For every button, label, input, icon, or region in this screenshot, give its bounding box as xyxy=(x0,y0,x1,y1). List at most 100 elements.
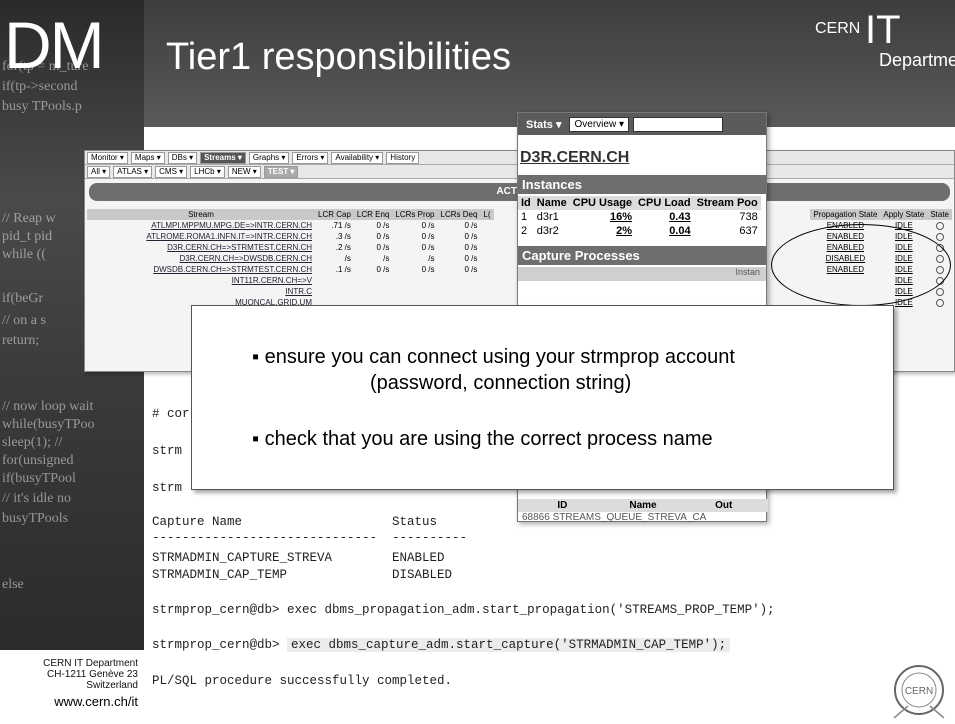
table-cell: 0 /s xyxy=(464,232,478,241)
table-cell: 637 xyxy=(739,225,758,237)
table-cell xyxy=(315,286,354,297)
column-header[interactable]: LCR Enq xyxy=(353,209,393,220)
table-cell[interactable]: 16% xyxy=(570,210,635,224)
menu-item[interactable]: Availability ▾ xyxy=(331,151,384,164)
stats-search-field[interactable] xyxy=(632,116,723,132)
table-cell[interactable]: 0.43 xyxy=(635,210,694,224)
cern-text: CERN xyxy=(815,20,861,37)
column-header: CPU Load xyxy=(635,196,694,210)
overview-dropdown[interactable]: Overview ▾ xyxy=(569,116,629,132)
menu-item[interactable]: All ▾ xyxy=(87,165,111,178)
capture-table-header: Instan xyxy=(518,267,766,281)
command-1: exec dbms_propagation_adm.start_propagat… xyxy=(287,603,775,617)
department-text: Department xyxy=(879,50,955,70)
terminal-line-1: # cor xyxy=(152,407,190,421)
menu-item[interactable]: Errors ▾ xyxy=(292,151,329,164)
table-cell: 0 /s xyxy=(421,243,435,252)
table-cell: 0 /s xyxy=(376,265,390,274)
code-line: // now loop wait xyxy=(2,399,94,414)
terminal-line-3: strm xyxy=(152,481,183,495)
menu-item[interactable]: Maps ▾ xyxy=(130,151,165,164)
table-cell: /s xyxy=(344,254,351,263)
code-line: if(beGr xyxy=(2,291,44,306)
stats-tab[interactable]: Stats ▾ xyxy=(522,118,565,131)
stream-link[interactable]: D3R.CERN.CH=>DWSDB.CERN.CH xyxy=(87,253,315,264)
table-cell xyxy=(315,275,354,286)
dm-logo: DM xyxy=(4,8,105,82)
column-header[interactable]: State xyxy=(927,209,952,220)
column-header: ID xyxy=(557,500,568,511)
table-cell: 0 /s xyxy=(421,232,435,241)
capture-row-2: STRMADMIN_CAP_TEMP DISABLED xyxy=(152,568,453,582)
table-row: D3R.CERN.CH=>DWSDB.CERN.CH/s/s/s 0 /s xyxy=(87,253,494,264)
table-cell: .71 /s xyxy=(331,221,351,230)
state-cell[interactable] xyxy=(927,220,952,231)
bullet-1: ▪ ensure you can connect using your strm… xyxy=(252,346,735,368)
column-header: CPU Usage xyxy=(569,196,636,210)
state-icon[interactable] xyxy=(935,287,944,296)
command-2: exec dbms_capture_adm.start_capture('STR… xyxy=(287,638,731,652)
column-header[interactable]: LCRs Prop xyxy=(392,209,438,220)
menu-item[interactable]: DBs ▾ xyxy=(167,151,198,164)
code-line: // on a s xyxy=(2,313,46,328)
column-header[interactable]: LCRs Deq xyxy=(437,209,481,220)
code-line: while(busyTPoo xyxy=(2,417,95,432)
state-cell[interactable] xyxy=(927,297,952,308)
table-cell: 0 /s xyxy=(464,221,478,230)
table-cell: 0 /s xyxy=(376,221,390,230)
prompt-2: strmprop_cern@db> xyxy=(152,638,288,652)
code-line: if(busyTPool xyxy=(2,471,76,486)
code-line: busyTPools xyxy=(2,511,69,526)
column-header[interactable]: Propagation State xyxy=(810,209,881,220)
table-row: ATLROME.ROMA1.INFN.IT=>INTR.CERN.CH .3 /s… xyxy=(87,231,494,242)
table-cell[interactable]: 2% xyxy=(570,224,635,238)
queue-table: ID Name Out 68866 STREAMS_QUEUE_STREVA_CA xyxy=(518,499,768,522)
code-line: sleep(1); // xyxy=(2,435,63,450)
column-header: Name xyxy=(629,500,657,511)
capture-table-header-text: Capture Name Status xyxy=(152,515,438,529)
table-cell[interactable]: 0.04 xyxy=(635,224,694,238)
menu-item[interactable]: ATLAS ▾ xyxy=(113,165,153,178)
menu-item[interactable]: TEST ▾ xyxy=(263,165,299,178)
menu-item[interactable]: Graphs ▾ xyxy=(248,151,290,164)
state-icon[interactable] xyxy=(935,232,944,241)
svg-text:CERN: CERN xyxy=(905,686,933,697)
code-line: return; xyxy=(2,333,40,348)
bullet-2: ▪ check that you are using the correct p… xyxy=(252,428,713,450)
table-cell: 1 xyxy=(521,211,528,223)
stream-link[interactable]: ATLROME.ROMA1.INFN.IT=>INTR.CERN.CH xyxy=(87,231,315,242)
stream-link[interactable]: INTR.C xyxy=(87,286,315,297)
title-bar: Tier1 responsibilities CERN IT Departmen… xyxy=(144,0,955,127)
column-header: Out xyxy=(715,500,733,511)
column-header[interactable]: Apply State xyxy=(880,209,928,220)
capture-table-separator: ------------------------------ ---------… xyxy=(152,531,468,545)
table-cell: .3 /s xyxy=(335,232,351,241)
menu-item[interactable]: NEW ▾ xyxy=(227,165,261,178)
state-icon[interactable] xyxy=(935,221,944,230)
host-link[interactable]: D3R.CERN.CH xyxy=(520,149,766,167)
menu-item[interactable]: LHCb ▾ xyxy=(190,165,225,178)
table-cell xyxy=(354,275,392,286)
stream-link[interactable]: D3R.CERN.CH=>STRMTEST.CERN.CH xyxy=(87,242,315,253)
table-cell: .2 /s xyxy=(335,243,351,252)
table-cell: 0 /s xyxy=(464,265,478,274)
column-header[interactable]: L( xyxy=(480,209,494,220)
column-header[interactable]: Stream xyxy=(87,209,315,220)
code-line: // it's idle no xyxy=(2,491,72,506)
state-icon[interactable] xyxy=(935,298,944,307)
menu-item[interactable]: CMS ▾ xyxy=(155,165,188,178)
column-header[interactable]: LCR Cap xyxy=(315,209,354,220)
menu-item[interactable]: Monitor ▾ xyxy=(87,151,128,164)
table-cell: d3r1 xyxy=(536,211,559,223)
menu-item[interactable]: Streams ▾ xyxy=(200,151,246,164)
stream-link[interactable]: INT11R.CERN.CH=>V xyxy=(87,275,315,286)
table-row: 2 d3r2 2% 0.04 637 xyxy=(518,224,761,238)
stream-link[interactable]: ATLMPI.MPPMU.MPG.DE=>INTR.CERN.CH xyxy=(87,220,315,231)
table-cell xyxy=(392,286,437,297)
footer-url[interactable]: www.cern.ch/it xyxy=(0,694,138,709)
footer-line-2: CH-1211 Genève 23 xyxy=(47,669,138,680)
table-cell: 0 /s xyxy=(376,243,390,252)
stream-link[interactable]: DWSDB.CERN.CH=>STRMTEST.CERN.CH xyxy=(87,264,315,275)
cern-logo-icon: CERN xyxy=(893,665,945,719)
menu-item[interactable]: History xyxy=(386,151,420,164)
